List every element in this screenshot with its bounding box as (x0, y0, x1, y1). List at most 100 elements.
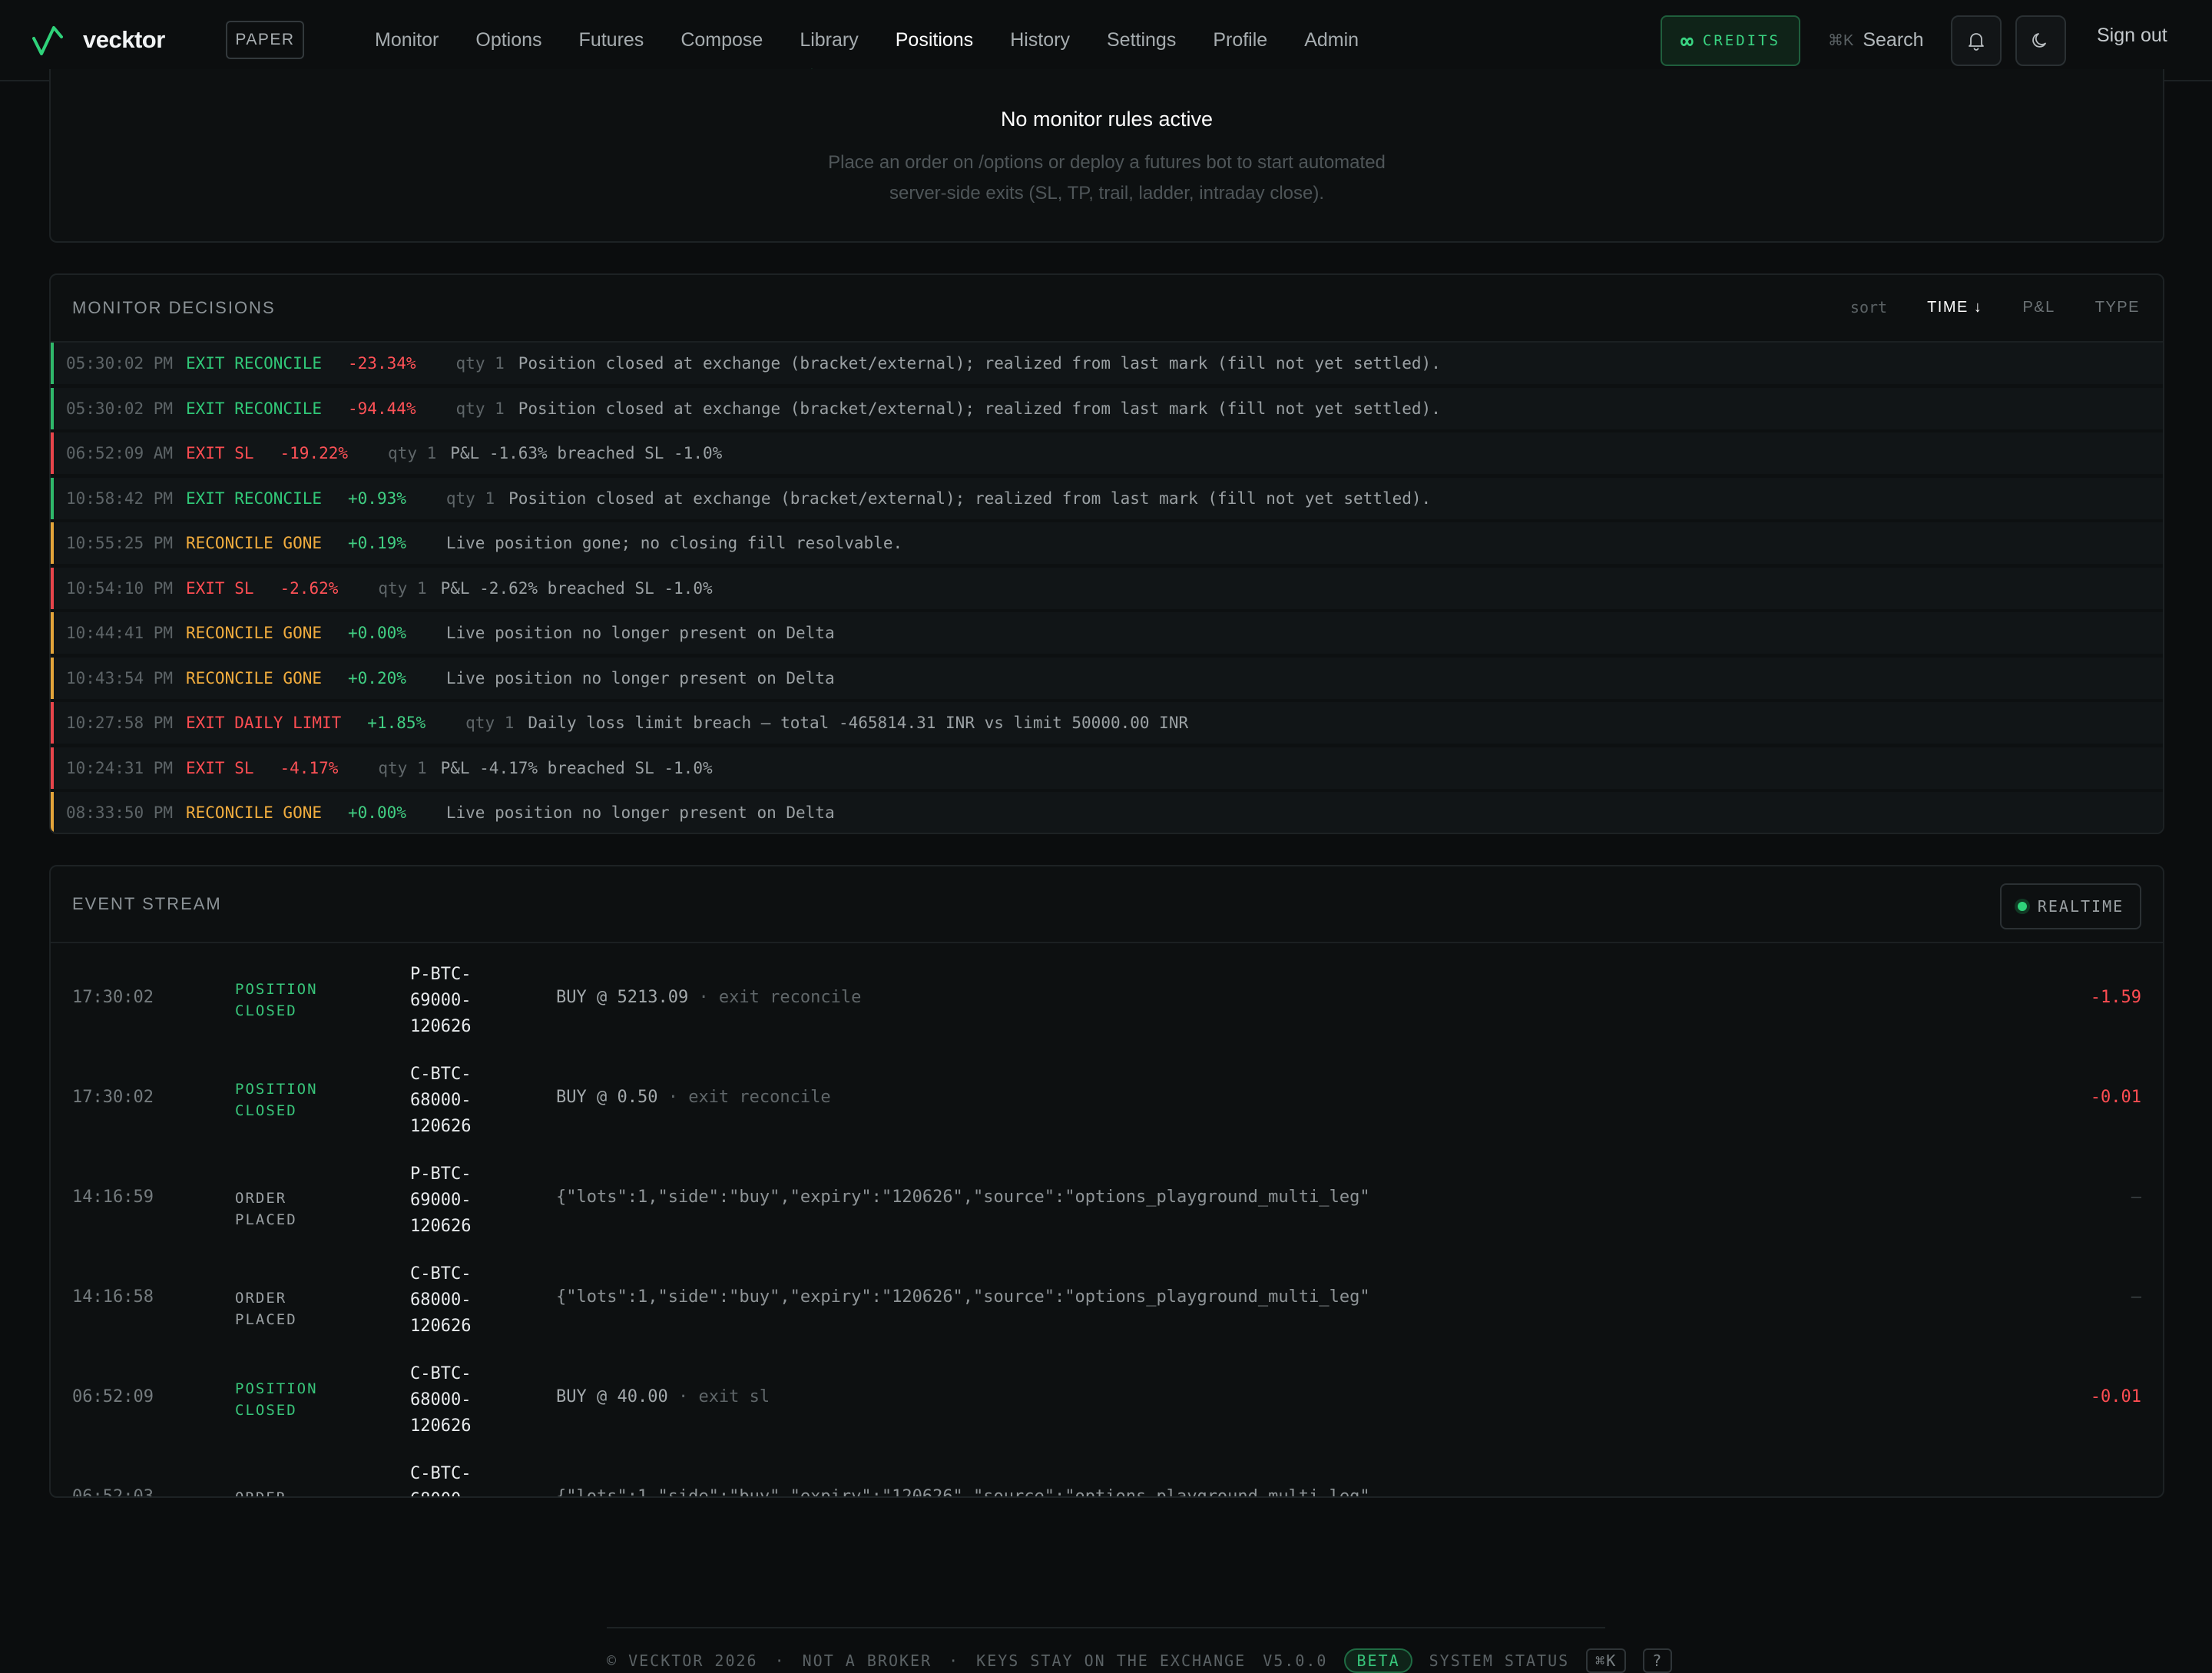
event-description: {"lots":1,"side":"buy","expiry":"120626"… (556, 1287, 1370, 1307)
decision-row[interactable]: 08:33:50 PM RECONCILE GONE +0.00% Live posi… (51, 792, 2163, 833)
event-symbol: C-BTC- 68000- 120626 (410, 1261, 495, 1340)
decision-qty: qty 1 (455, 354, 505, 373)
decision-type: EXIT DAILY LIMIT (186, 714, 342, 732)
sort-by-type[interactable]: TYPE (2095, 299, 2140, 316)
nav-monitor[interactable]: Monitor (356, 0, 457, 80)
event-row[interactable]: 17:30:02 POSITION CLOSED P-BTC- 69000- 120626… (51, 951, 2163, 1051)
event-reason: · exit reconcile (698, 988, 862, 1007)
nav-positions[interactable]: Positions (877, 0, 992, 80)
footer-divider (607, 1627, 1605, 1628)
brand-logo[interactable]: vecktor (31, 20, 165, 60)
event-type: ORDER PLACED (235, 1287, 350, 1330)
notifications-button[interactable] (1951, 15, 2002, 66)
credits-label: CREDITS (1702, 32, 1780, 49)
decision-row[interactable]: 10:54:10 PM EXIT SL -2.62% qty 1 P&L -2.62% … (51, 567, 2163, 609)
decision-row[interactable]: 10:24:31 PM EXIT SL -4.17% qty 1 P&L -4.17% … (51, 747, 2163, 789)
event-symbol-line: 68000- (410, 1487, 495, 1496)
nav-history[interactable]: History (992, 0, 1088, 80)
decision-row[interactable]: 10:27:58 PM EXIT DAILY LIMIT +1.85% qty 1 Da… (51, 702, 2163, 744)
event-type: POSITION CLOSED (235, 1378, 350, 1421)
footer: © VECKTOR 2026 · NOT A BROKER · KEYS STA… (607, 1648, 1673, 1673)
decision-time: 05:30:02 PM (66, 399, 174, 418)
bell-icon (1969, 33, 1984, 51)
nav-futures[interactable]: Futures (561, 0, 663, 80)
decision-type: EXIT RECONCILE (186, 399, 323, 418)
infinity-icon: ∞ (1681, 28, 1694, 54)
decision-type: EXIT RECONCILE (186, 354, 323, 373)
nav-options[interactable]: Options (457, 0, 560, 80)
event-symbol-line: C-BTC- (410, 1464, 472, 1483)
decision-qty: qty 1 (378, 578, 427, 598)
decision-row[interactable]: 10:58:42 PM EXIT RECONCILE +0.93% qty 1 Posi… (51, 477, 2163, 519)
sort-by-pnl[interactable]: P&L (2022, 299, 2055, 316)
main-nav: Monitor Options Futures Compose Library … (356, 0, 1377, 80)
decision-time: 10:24:31 PM (66, 758, 174, 777)
decision-type: EXIT SL (186, 444, 254, 462)
event-row[interactable]: 17:30:02 POSITION CLOSED C-BTC- 68000- 120626… (51, 1051, 2163, 1151)
event-time: 06:52:03 (72, 1487, 154, 1498)
decision-row[interactable]: 10:55:25 PM RECONCILE GONE +0.19% Live posi… (51, 522, 2163, 564)
event-symbol-line: P-BTC- (410, 965, 472, 984)
event-symbol: P-BTC- 69000- 120626 (410, 962, 495, 1040)
event-symbol-line: P-BTC- (410, 1164, 472, 1184)
event-row[interactable]: 06:52:03 ORDER PLACED C-BTC- 68000- {"lots":… (51, 1450, 2163, 1498)
theme-toggle-button[interactable] (2015, 15, 2066, 66)
help-key[interactable]: ? (1643, 1648, 1673, 1673)
decision-time: 05:30:02 PM (66, 354, 174, 373)
monitor-rules-panel: No monitor rules active Place an order o… (49, 69, 2164, 243)
event-detail: BUY @ 5213.09 (556, 988, 689, 1007)
decision-message: Position closed at exchange (bracket/ext… (518, 354, 1441, 373)
paper-mode-badge[interactable]: PAPER (226, 21, 304, 59)
event-symbol-line: 68000- (410, 1390, 472, 1410)
event-symbol-line: 69000- (410, 991, 472, 1010)
decision-row[interactable]: 06:52:09 AM EXIT SL -19.22% qty 1 P&L -1.63%… (51, 432, 2163, 474)
event-row[interactable]: 06:52:09 POSITION CLOSED C-BTC- 68000- 120626… (51, 1350, 2163, 1450)
empty-state-line-2: server-side exits (SL, TP, trail, ladder… (889, 183, 1324, 204)
sign-out-link[interactable]: Sign out (2097, 25, 2167, 47)
event-symbol-line: 120626 (410, 1416, 472, 1436)
decision-pnl: +0.20% (348, 668, 406, 687)
nav-profile[interactable]: Profile (1194, 0, 1286, 80)
sort-by-time[interactable]: TIME ↓ (1927, 299, 1982, 316)
decision-row[interactable]: 10:44:41 PM RECONCILE GONE +0.00% Live posi… (51, 612, 2163, 654)
decision-type: RECONCILE GONE (186, 624, 323, 642)
decision-qty: qty 1 (388, 444, 437, 462)
nav-label: History (1010, 28, 1070, 51)
decision-pnl: +0.00% (348, 803, 406, 822)
decision-row[interactable]: 05:30:02 PM EXIT RECONCILE -94.44% qty 1 Pos… (51, 387, 2163, 429)
event-detail: {"lots":1,"side":"buy","expiry":"120626"… (556, 1287, 1370, 1307)
decision-row[interactable]: 10:43:54 PM RECONCILE GONE +0.20% Live posi… (51, 657, 2163, 699)
event-row[interactable]: 14:16:58 ORDER PLACED C-BTC- 68000- 120626 {"… (51, 1251, 2163, 1350)
event-row[interactable]: 14:16:59 ORDER PLACED P-BTC- 69000- 120626 {"… (51, 1151, 2163, 1251)
footer-version: V5.0.0 (1263, 1651, 1328, 1670)
nav-label: Library (800, 28, 859, 51)
realtime-toggle[interactable]: REALTIME (2000, 883, 2141, 929)
event-type: POSITION CLOSED (235, 1078, 350, 1121)
decision-message: Live position no longer present on Delta (445, 668, 835, 687)
nav-admin[interactable]: Admin (1286, 0, 1377, 80)
event-symbol: C-BTC- 68000- (410, 1461, 495, 1496)
event-value: -0.01 (2090, 1088, 2141, 1107)
decision-row[interactable]: 05:30:02 PM EXIT RECONCILE -23.34% qty 1 Pos… (51, 343, 2163, 384)
nav-compose[interactable]: Compose (662, 0, 781, 80)
event-symbol-line: C-BTC- (410, 1065, 472, 1084)
decision-message: P&L -1.63% breached SL -1.0% (450, 444, 723, 462)
credits-button[interactable]: ∞ CREDITS (1661, 15, 1800, 66)
event-symbol: C-BTC- 68000- 120626 (410, 1361, 495, 1439)
decision-time: 10:43:54 PM (66, 668, 174, 687)
search-button[interactable]: ⌘K Search (1828, 25, 1924, 55)
system-status-link[interactable]: SYSTEM STATUS (1429, 1651, 1570, 1670)
nav-settings[interactable]: Settings (1088, 0, 1194, 80)
event-type-line: CLOSED (235, 1002, 297, 1019)
event-symbol-line: C-BTC- (410, 1264, 472, 1284)
event-detail: {"lots":1,"side":"buy","expiry":"120626"… (556, 1188, 1370, 1207)
decision-type: EXIT SL (186, 578, 254, 598)
event-symbol-line: C-BTC- (410, 1364, 472, 1383)
event-type-line: CLOSED (235, 1102, 297, 1119)
event-description: {"lots":1,"side":"buy","expiry":"120626"… (556, 1487, 1370, 1496)
event-reason: · exit sl (677, 1387, 770, 1406)
shortcut-key[interactable]: ⌘K (1586, 1648, 1627, 1673)
beta-badge: BETA (1344, 1648, 1412, 1673)
footer-separator: · (774, 1651, 786, 1670)
search-shortcut: ⌘K (1828, 31, 1854, 49)
